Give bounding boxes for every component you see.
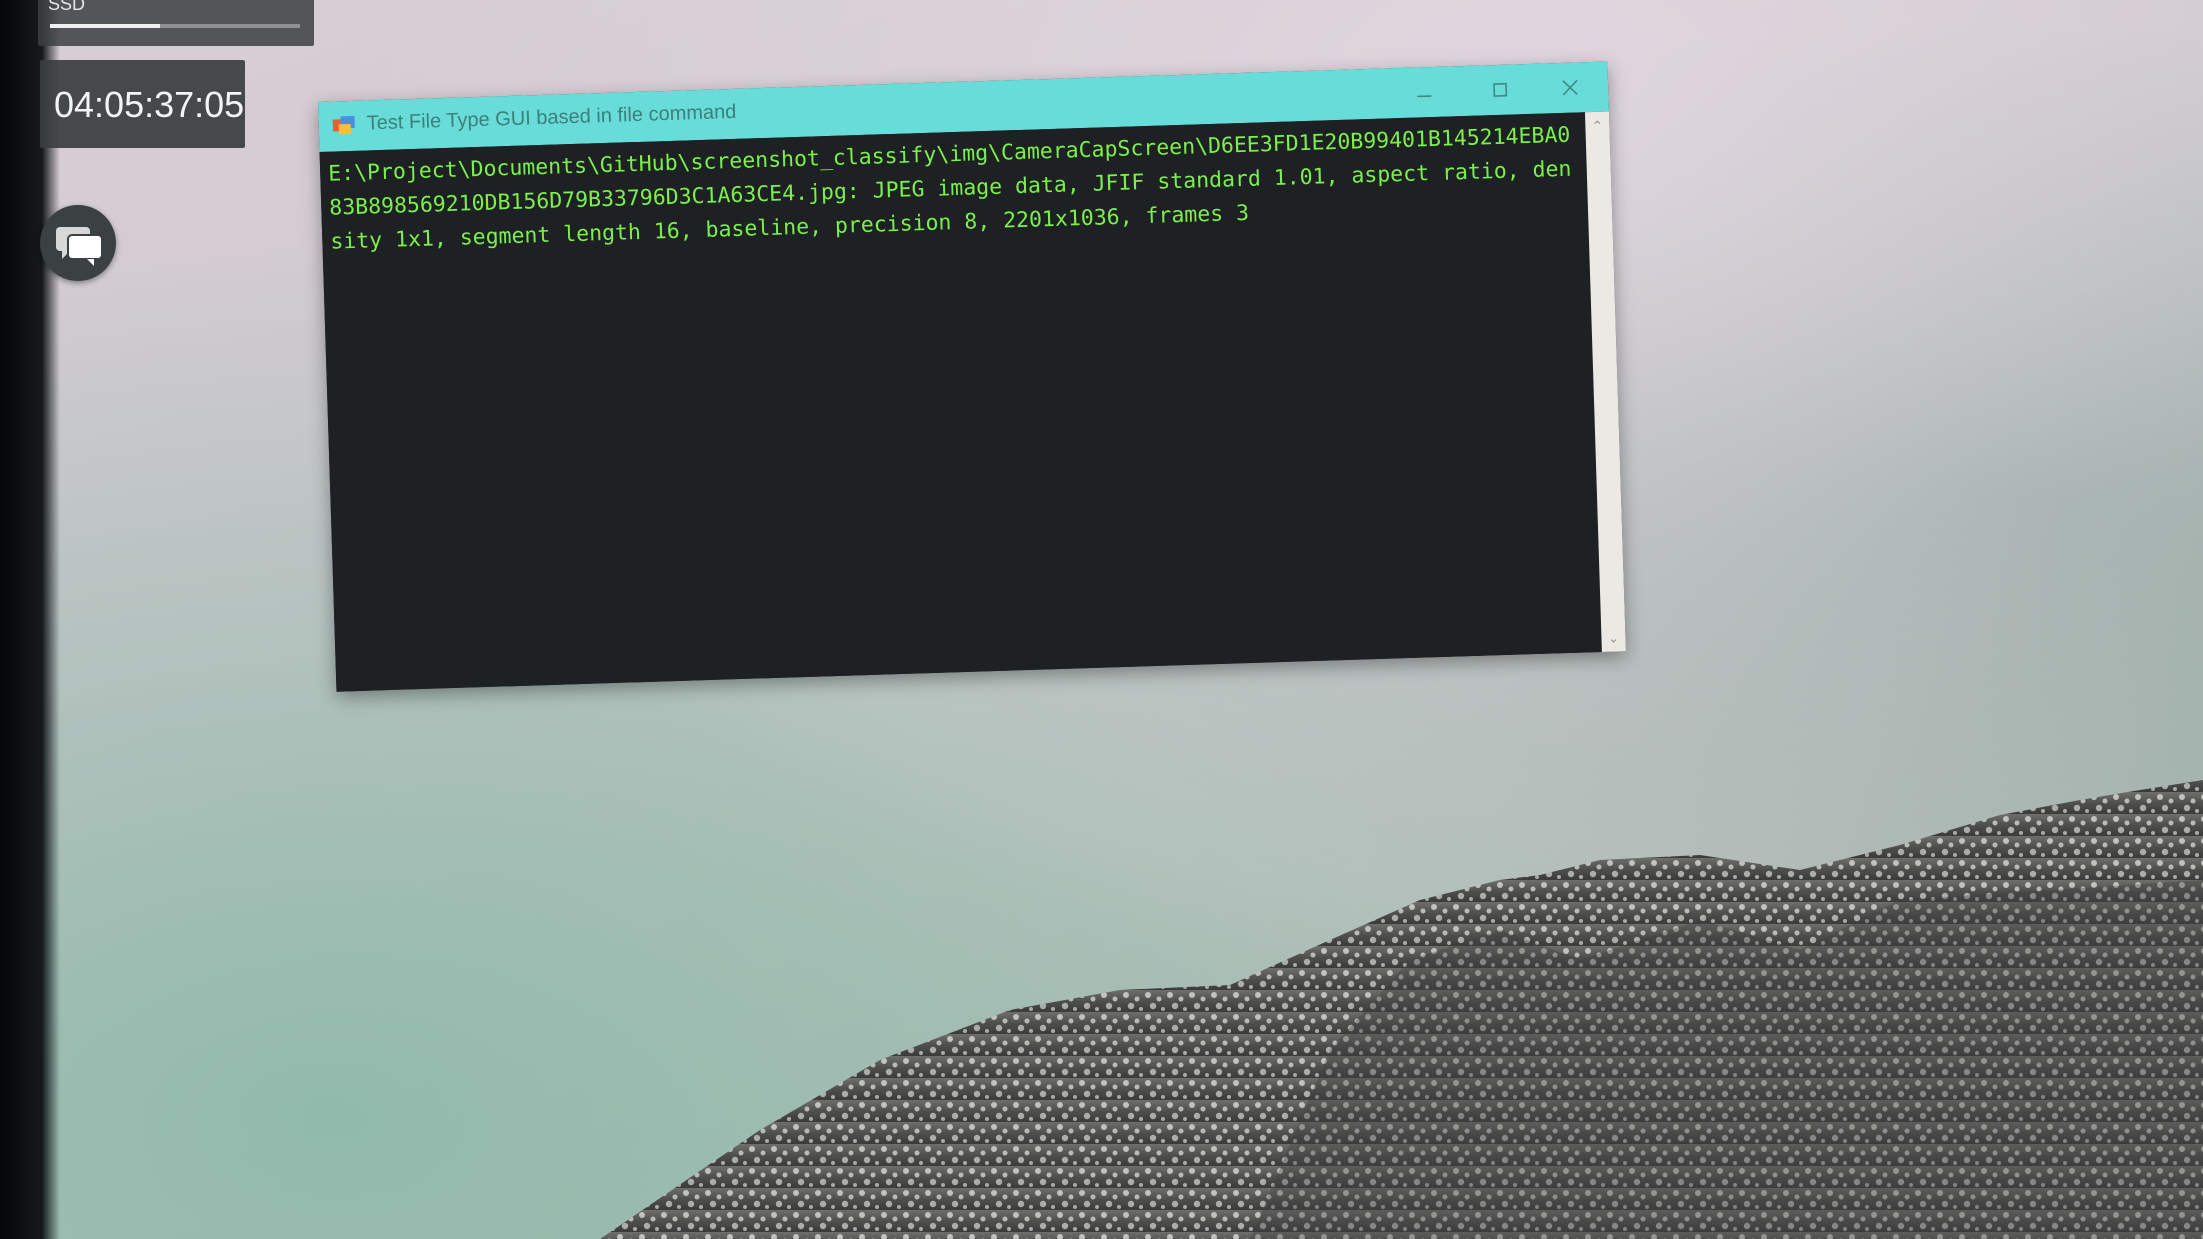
minimize-icon — [1417, 95, 1432, 98]
close-icon — [1562, 79, 1578, 96]
clock-widget: 04:05:37:05 — [40, 60, 245, 148]
ssd-label: SSD — [48, 0, 86, 14]
maximize-button[interactable] — [1461, 64, 1539, 116]
console-output-area[interactable]: E:\Project\Documents\GitHub\screenshot_c… — [319, 112, 1602, 692]
screen-bezel — [0, 0, 60, 1239]
file-type-window[interactable]: Test File Type GUI based in file command… — [318, 61, 1626, 692]
maximize-icon — [1493, 82, 1508, 97]
scroll-up-arrow-icon[interactable]: ⌃ — [1589, 118, 1605, 134]
minimize-button[interactable] — [1385, 66, 1463, 118]
app-icon — [332, 115, 355, 135]
ssd-usage-fill — [50, 24, 160, 28]
chat-bubbles-icon — [56, 227, 103, 266]
ssd-widget: SSD — [38, 0, 314, 46]
chat-button[interactable] — [40, 205, 116, 281]
window-title: Test File Type GUI based in file command — [366, 100, 737, 135]
clock-time: 04:05:37:05 — [54, 84, 245, 125]
scroll-down-arrow-icon[interactable]: ⌄ — [1605, 629, 1621, 645]
close-button[interactable] — [1531, 61, 1609, 113]
ssd-usage-bar — [50, 24, 300, 28]
